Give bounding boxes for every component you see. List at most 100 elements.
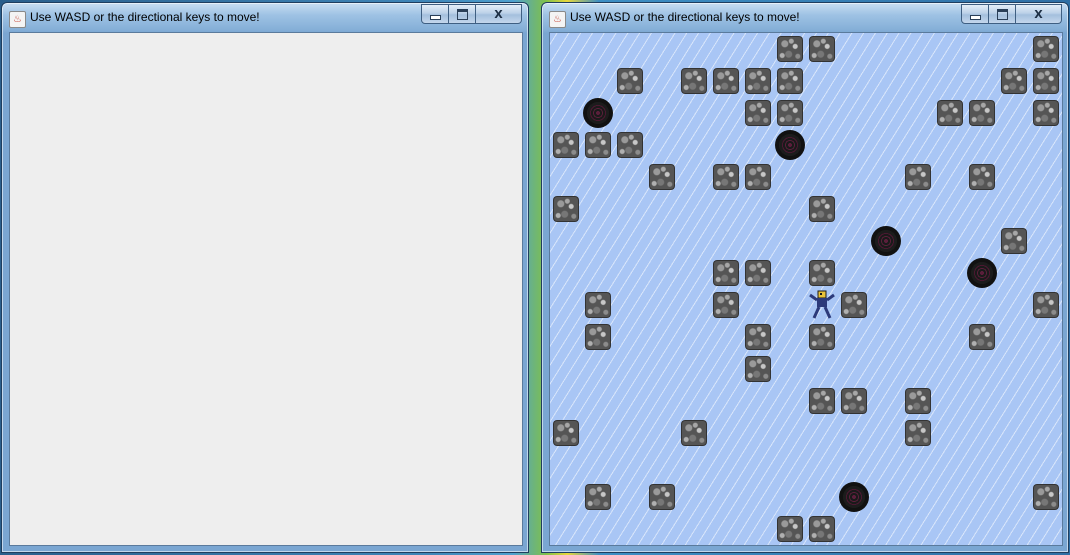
rock-icon <box>617 132 643 158</box>
rock-tile <box>646 161 678 193</box>
hole-tile <box>838 481 870 513</box>
java-app-icon[interactable]: ♨ <box>9 11 26 28</box>
ice-grid <box>550 33 1062 545</box>
rock-icon <box>809 388 835 414</box>
right-title-bar[interactable]: ♨ Use WASD or the directional keys to mo… <box>542 3 1068 31</box>
right-maximize-button[interactable] <box>989 4 1016 24</box>
vortex-hole-icon <box>839 482 869 512</box>
rock-tile <box>614 65 646 97</box>
rock-tile <box>1030 481 1062 513</box>
rock-tile <box>806 385 838 417</box>
rock-tile <box>902 385 934 417</box>
player-sprite-icon <box>809 290 835 319</box>
rock-tile <box>838 385 870 417</box>
rock-tile <box>998 225 1030 257</box>
rock-icon <box>585 484 611 510</box>
right-minimize-button[interactable] <box>961 4 989 24</box>
rock-tile <box>678 65 710 97</box>
rock-icon <box>809 36 835 62</box>
rock-icon <box>809 196 835 222</box>
rock-icon <box>969 100 995 126</box>
rock-icon <box>745 356 771 382</box>
rock-icon <box>1033 100 1059 126</box>
rock-tile <box>582 289 614 321</box>
rock-icon <box>745 164 771 190</box>
rock-tile <box>774 97 806 129</box>
rock-icon <box>1001 68 1027 94</box>
rock-tile <box>550 417 582 449</box>
rock-icon <box>553 196 579 222</box>
rock-tile <box>902 161 934 193</box>
rock-tile <box>742 353 774 385</box>
rock-icon <box>585 292 611 318</box>
rock-tile <box>838 289 870 321</box>
rock-icon <box>681 420 707 446</box>
rock-tile <box>710 289 742 321</box>
hole-tile <box>582 97 614 129</box>
rock-icon <box>841 292 867 318</box>
left-close-button[interactable]: X <box>476 4 522 24</box>
rock-tile <box>614 129 646 161</box>
minimize-icon <box>969 14 981 20</box>
rock-icon <box>777 100 803 126</box>
left-window: ♨ Use WASD or the directional keys to mo… <box>1 2 529 553</box>
rock-icon <box>969 324 995 350</box>
rock-icon <box>1033 292 1059 318</box>
rock-icon <box>681 68 707 94</box>
rock-tile <box>1030 97 1062 129</box>
vortex-hole-icon <box>967 258 997 288</box>
java-app-icon[interactable]: ♨ <box>549 11 566 28</box>
rock-icon <box>713 68 739 94</box>
left-minimize-button[interactable] <box>421 4 449 24</box>
vortex-hole-icon <box>775 130 805 160</box>
right-close-button[interactable]: X <box>1016 4 1062 24</box>
close-icon: X <box>1034 7 1043 21</box>
rock-tile <box>966 161 998 193</box>
rock-icon <box>745 100 771 126</box>
rock-icon <box>745 68 771 94</box>
rock-tile <box>742 65 774 97</box>
left-title-bar[interactable]: ♨ Use WASD or the directional keys to mo… <box>2 3 528 31</box>
rock-icon <box>809 260 835 286</box>
rock-icon <box>937 100 963 126</box>
rock-tile <box>774 513 806 545</box>
rock-tile <box>806 193 838 225</box>
game-board[interactable] <box>549 32 1063 546</box>
rock-tile <box>806 33 838 65</box>
left-maximize-button[interactable] <box>449 4 476 24</box>
right-window-controls: X <box>961 4 1062 24</box>
rock-tile <box>582 481 614 513</box>
rock-icon <box>617 68 643 94</box>
rock-tile <box>550 193 582 225</box>
rock-tile <box>806 257 838 289</box>
rock-icon <box>777 36 803 62</box>
left-window-title: Use WASD or the directional keys to move… <box>30 10 260 24</box>
rock-tile <box>902 417 934 449</box>
rock-icon <box>585 132 611 158</box>
rock-icon <box>553 420 579 446</box>
rock-tile <box>774 33 806 65</box>
rock-icon <box>745 324 771 350</box>
hole-tile <box>870 225 902 257</box>
rock-icon <box>809 324 835 350</box>
rock-tile <box>742 161 774 193</box>
rock-tile <box>582 129 614 161</box>
rock-tile <box>1030 33 1062 65</box>
left-client-area[interactable] <box>9 32 523 546</box>
hole-tile <box>966 257 998 289</box>
rock-tile <box>998 65 1030 97</box>
rock-icon <box>745 260 771 286</box>
rock-tile <box>710 257 742 289</box>
rock-tile <box>806 513 838 545</box>
rock-tile <box>774 65 806 97</box>
player-character <box>806 289 838 321</box>
rock-tile <box>1030 289 1062 321</box>
vortex-hole-icon <box>871 226 901 256</box>
rock-tile <box>966 321 998 353</box>
rock-icon <box>553 132 579 158</box>
rock-tile <box>678 417 710 449</box>
rock-icon <box>905 420 931 446</box>
rock-icon <box>905 164 931 190</box>
right-window-title: Use WASD or the directional keys to move… <box>570 10 800 24</box>
rock-icon <box>1033 36 1059 62</box>
